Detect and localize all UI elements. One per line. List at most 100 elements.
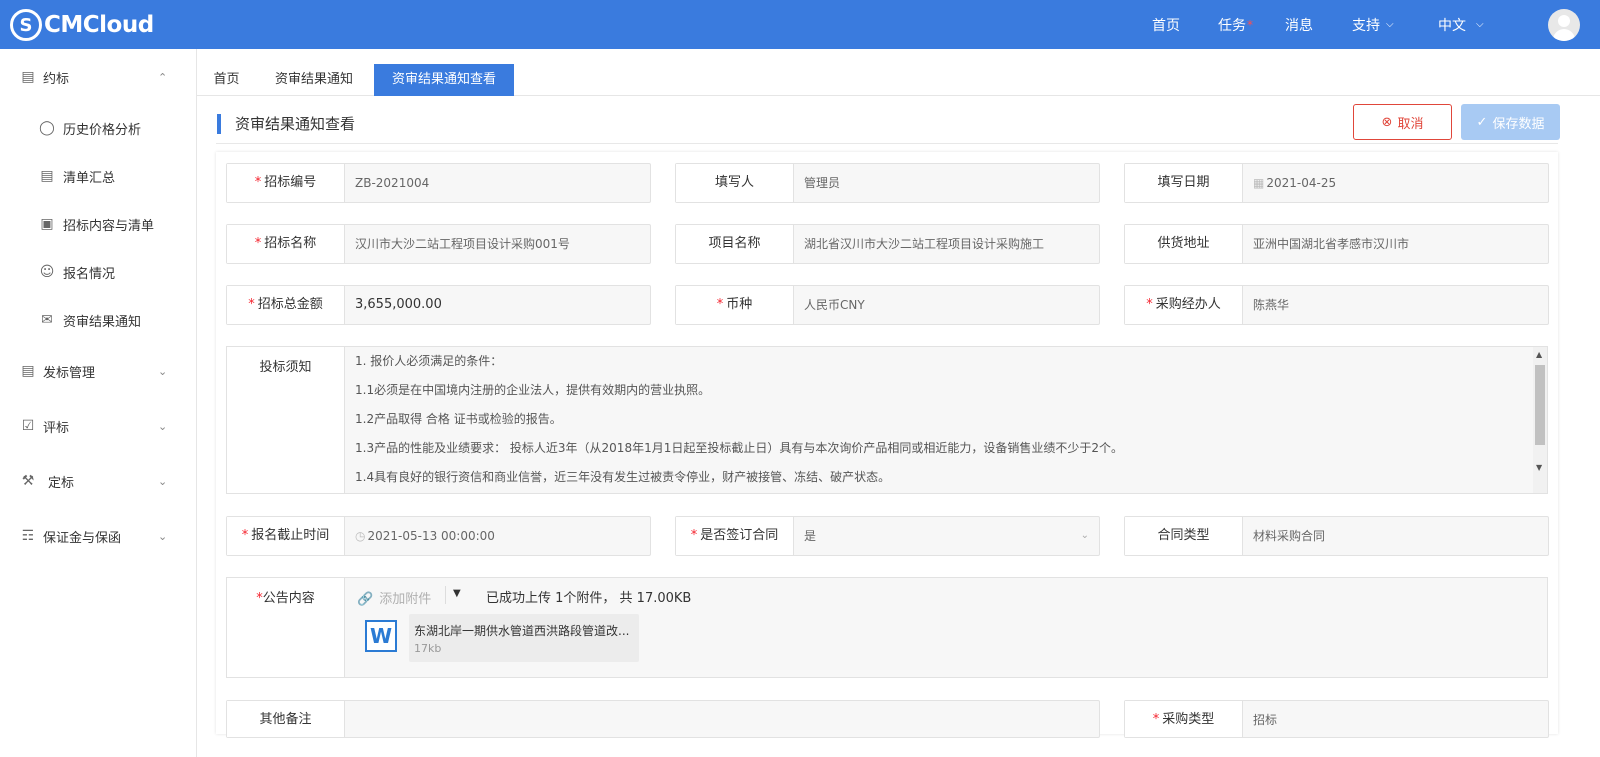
bid-notice-textarea[interactable]: 1. 报价人必须满足的条件： 1.1必须是在中国境内注册的企业法人，提供有效期内…	[345, 347, 1547, 493]
nav-language[interactable]: 中文 ⌵	[1438, 0, 1484, 49]
sidebar-item-label: 发标管理	[43, 365, 96, 381]
tab-qualification-notice-view[interactable]: 资审结果通知查看	[374, 64, 514, 96]
currency-value[interactable]: 人民币CNY	[794, 286, 1099, 324]
sidebar-item-bidding[interactable]: ▤ 约标 ⌃	[0, 57, 197, 97]
tab-home[interactable]: 首页	[209, 64, 244, 96]
nav-tasks[interactable]: 任务 *	[1218, 0, 1253, 49]
save-button[interactable]: ✓ 保存数据	[1461, 104, 1560, 140]
chevron-down-icon: ⌄	[1080, 530, 1089, 541]
scrollbar[interactable]: ▲ ▼	[1533, 347, 1547, 493]
sidebar-item-bid-content[interactable]: ▣ 招标内容与清单	[0, 204, 197, 244]
field-label: 供货地址	[1125, 225, 1243, 263]
field-label: * 报名截止时间	[227, 517, 345, 555]
total-amount-field: * 招标总金额 3,655,000.00	[226, 285, 651, 325]
write-date-field: 填写日期 ▦ 2021-04-25	[1124, 163, 1549, 203]
sign-contract-field: * 是否签订合同 是 ⌄	[675, 516, 1100, 556]
cancel-label: 取消	[1397, 116, 1424, 132]
write-date-value[interactable]: ▦ 2021-04-25	[1243, 164, 1548, 202]
caret-down-icon[interactable]: ▼	[453, 588, 461, 599]
field-label: * 采购经办人	[1125, 286, 1243, 324]
logo-text: CMCloud	[44, 12, 154, 38]
page-title: 资审结果通知查看	[217, 114, 355, 134]
nav-home-label: 首页	[1152, 17, 1180, 34]
check-circle-icon: ✓	[1476, 114, 1488, 130]
cancel-button[interactable]: ⊗ 取消	[1353, 104, 1452, 140]
sidebar-item-list-summary[interactable]: ▤ 清单汇总	[0, 156, 197, 196]
chevron-down-icon: ⌄	[158, 364, 168, 378]
sidebar-item-evaluate[interactable]: ☑ 评标 ⌄	[0, 406, 197, 446]
tab-qualification-notice[interactable]: 资审结果通知	[270, 64, 358, 96]
writer-value[interactable]: 管理员	[794, 164, 1099, 202]
list-summary-icon: ▤	[40, 168, 54, 184]
field-label: 其他备注	[227, 701, 345, 737]
other-notes-value[interactable]	[345, 701, 1099, 737]
sidebar-item-label: 清单汇总	[63, 170, 116, 186]
sidebar-item-qualification-notice[interactable]: ✉ 资审结果通知	[0, 300, 197, 340]
file-size: 17kb	[414, 642, 442, 655]
bid-number-value[interactable]: ZB-2021004	[345, 164, 650, 202]
scroll-thumb[interactable]	[1535, 365, 1545, 445]
file-name: 东湖北岸一期供水管道西洪路段管道改...	[414, 624, 630, 638]
evaluate-icon: ☑	[21, 418, 35, 434]
purchaser-field: * 采购经办人 陈燕华	[1124, 285, 1549, 325]
nav-messages-label: 消息	[1285, 17, 1313, 34]
tasks-badge: *	[1247, 17, 1253, 32]
sidebar-item-publish-management[interactable]: ▤ 发标管理 ⌄	[0, 351, 197, 391]
sidebar-item-registration[interactable]: ☺ 报名情况	[0, 252, 197, 292]
bid-name-value[interactable]: 汉川市大沙二站工程项目设计采购001号	[345, 225, 650, 263]
price-analysis-icon: ◯	[39, 120, 55, 136]
purchase-type-value[interactable]: 招标	[1243, 701, 1548, 737]
contract-type-value[interactable]: 材料采购合同	[1243, 517, 1548, 555]
delivery-address-field: 供货地址 亚洲中国湖北省孝感市汉川市	[1124, 224, 1549, 264]
award-icon: ⚒	[21, 473, 35, 489]
field-label: * 招标总金额	[227, 286, 345, 324]
avatar[interactable]	[1548, 9, 1580, 41]
divider	[216, 143, 1558, 144]
nav-home[interactable]: 首页	[1152, 0, 1180, 49]
scroll-down-icon[interactable]: ▼	[1536, 463, 1542, 472]
purchase-type-field: * 采购类型 招标	[1124, 700, 1549, 738]
deadline-field: * 报名截止时间 ◷ 2021-05-13 00:00:00	[226, 516, 651, 556]
chevron-up-icon: ⌃	[158, 70, 168, 84]
field-label: 投标须知	[227, 347, 345, 493]
attachment-file-card[interactable]: W 东湖北岸一期供水管道西洪路段管道改... 17kb	[365, 614, 639, 662]
publish-icon: ▤	[21, 363, 35, 379]
scroll-up-icon[interactable]: ▲	[1536, 350, 1542, 359]
logo[interactable]: S CMCloud	[10, 9, 154, 41]
add-attachment-button[interactable]: 🔗 添加附件	[357, 588, 431, 607]
chevron-down-icon: ⌵	[1386, 19, 1394, 30]
bidding-icon: ▤	[21, 69, 35, 85]
sidebar-item-label: 约标	[43, 71, 70, 87]
sidebar-item-label: 资审结果通知	[63, 314, 142, 330]
sidebar-item-deposit[interactable]: ☶ 保证金与保函 ⌄	[0, 516, 197, 556]
field-label: * 是否签订合同	[676, 517, 794, 555]
nav-messages[interactable]: 消息	[1285, 0, 1313, 49]
field-label: * 币种	[676, 286, 794, 324]
sidebar-item-label: 招标内容与清单	[63, 218, 155, 234]
sign-contract-select[interactable]: 是 ⌄	[794, 517, 1099, 555]
org-icon: ☶	[21, 528, 35, 544]
sidebar-item-price-analysis[interactable]: ◯ 历史价格分析	[0, 108, 197, 148]
project-name-value[interactable]: 湖北省汉川市大沙二站工程项目设计采购施工	[794, 225, 1099, 263]
currency-field: * 币种 人民币CNY	[675, 285, 1100, 325]
upload-status: 已成功上传 1个附件， 共 17.00KB	[486, 591, 692, 606]
field-label: *公告内容	[227, 578, 345, 677]
purchaser-value[interactable]: 陈燕华	[1243, 286, 1548, 324]
delivery-address-value[interactable]: 亚洲中国湖北省孝感市汉川市	[1243, 225, 1548, 263]
notice-line: 1. 报价人必须满足的条件：	[355, 354, 503, 368]
chevron-down-icon: ⌄	[158, 419, 168, 433]
sidebar-item-award[interactable]: ⚒ 定标 ⌄	[0, 461, 197, 501]
bid-notice-field: 投标须知 1. 报价人必须满足的条件： 1.1必须是在中国境内注册的企业法人，提…	[226, 346, 1548, 494]
contract-type-field: 合同类型 材料采购合同	[1124, 516, 1549, 556]
deadline-value[interactable]: ◷ 2021-05-13 00:00:00	[345, 517, 650, 555]
project-name-field: 项目名称 湖北省汉川市大沙二站工程项目设计采购施工	[675, 224, 1100, 264]
chevron-down-icon: ⌵	[1476, 19, 1484, 30]
nav-language-label: 中文	[1438, 17, 1466, 34]
nav-support[interactable]: 支持 ⌵	[1352, 0, 1394, 49]
notice-line: 1.3产品的性能及业绩要求： 投标人近3年（从2018年1月1日起至投标截止日）…	[355, 441, 1123, 455]
attachment-area: 🔗 添加附件 ▼ 已成功上传 1个附件， 共 17.00KB W 东湖北岸一期供水…	[345, 578, 1547, 677]
total-amount-value[interactable]: 3,655,000.00	[345, 286, 650, 324]
notice-line: 1.1必须是在中国境内注册的企业法人，提供有效期内的营业执照。	[355, 383, 711, 397]
bid-name-field: * 招标名称 汉川市大沙二站工程项目设计采购001号	[226, 224, 651, 264]
nav-tasks-label: 任务	[1218, 17, 1246, 34]
